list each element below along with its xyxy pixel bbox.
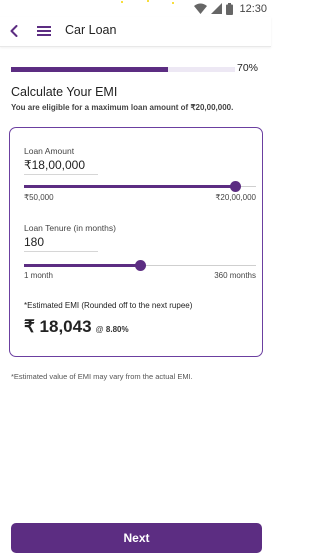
loan-amount-slider-fill	[24, 185, 236, 188]
notification-dots	[121, 0, 174, 4]
eligibility-text: You are eligible for a maximum loan amou…	[11, 103, 234, 112]
loan-tenure-slider[interactable]	[24, 260, 256, 271]
wifi-icon	[194, 3, 208, 14]
loan-tenure-slider-thumb[interactable]	[135, 260, 146, 271]
section-heading: Calculate Your EMI	[11, 85, 118, 99]
next-button[interactable]: Next	[11, 523, 262, 553]
emi-calculator-card: Loan Amount ₹18,00,000 ₹50,000 ₹20,00,00…	[9, 127, 263, 357]
page-title: Car Loan	[65, 23, 117, 37]
signal-icon	[211, 3, 223, 14]
loan-tenure-field[interactable]: 180	[24, 235, 98, 252]
interest-rate-value: 8.80%	[105, 325, 129, 334]
status-time: 12:30	[239, 2, 267, 15]
interest-rate: @ 8.80%	[96, 325, 129, 334]
loan-amount-min-label: ₹50,000	[24, 193, 54, 202]
loan-amount-label: Loan Amount	[24, 146, 75, 156]
loan-tenure-max-label: 360 months	[214, 271, 256, 280]
emi-amount: ₹ 18,043	[24, 317, 92, 336]
app-bar: Car Loan	[0, 17, 271, 47]
loan-amount-field[interactable]: ₹18,00,000	[24, 158, 98, 175]
loan-amount-slider-thumb[interactable]	[230, 181, 242, 192]
emi-result: ₹ 18,043 @ 8.80%	[24, 317, 129, 337]
status-icons: 12:30	[194, 2, 267, 15]
emi-note: *Estimated EMI (Rounded off to the next …	[24, 301, 193, 310]
loan-amount-slider[interactable]	[24, 181, 256, 192]
disclaimer-text: *Estimated value of EMI may vary from th…	[11, 372, 193, 381]
back-icon[interactable]	[9, 25, 19, 37]
battery-icon	[226, 2, 234, 15]
loan-tenure-slider-fill	[24, 264, 140, 267]
interest-rate-prefix: @	[95, 325, 104, 334]
progress-fill	[11, 67, 168, 72]
loan-tenure-label: Loan Tenure (in months)	[24, 223, 116, 233]
progress-label: 70%	[237, 62, 259, 74]
status-bar: 12:30	[0, 0, 271, 17]
menu-icon[interactable]	[37, 25, 51, 37]
progress-bar	[11, 67, 235, 72]
loan-tenure-min-label: 1 month	[24, 271, 53, 280]
loan-amount-max-label: ₹20,00,000	[215, 193, 256, 202]
